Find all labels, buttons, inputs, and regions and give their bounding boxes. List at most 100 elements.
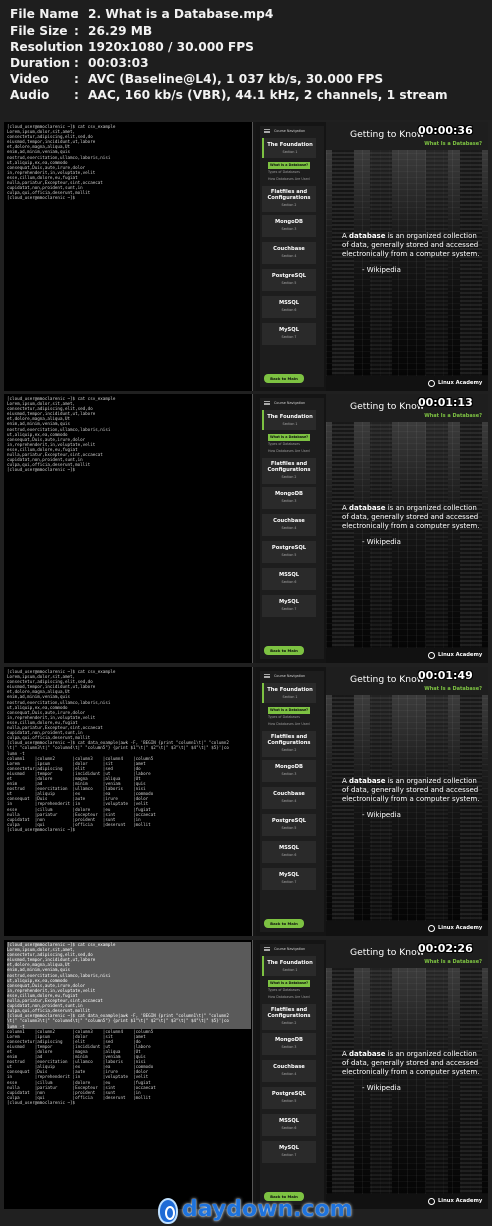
- frame-timestamp: 00:01:13: [418, 396, 473, 409]
- nav-header-label: Course Navigation: [274, 674, 306, 678]
- nav-section-title: MSSQL: [278, 1118, 300, 1124]
- brand-bar: Linux Academy: [326, 376, 488, 391]
- rack-decoration: [460, 968, 482, 1194]
- nav-subitem-what-is-db[interactable]: What Is a Database?: [268, 162, 311, 169]
- quote-pre: A: [342, 504, 350, 512]
- nav-section-title: Couchbase: [273, 246, 305, 252]
- info-row-file-name: File Name: 2. What is a Database.mp4: [10, 6, 273, 23]
- terminal-output: [cloud_user@mmoclarenic ~]$ cat csv_exam…: [7, 124, 251, 200]
- nav-section-couchbase[interactable]: Couchbase Section 4: [262, 1060, 316, 1082]
- nav-section-flatfiles[interactable]: Flatfiles and Configurations Section 2: [262, 731, 316, 757]
- nav-subitem-how-used[interactable]: How Databases Are Used: [268, 448, 310, 455]
- slide: Getting to Know 00:00:36 What Is a Datab…: [326, 122, 488, 391]
- nav-section-sub: Section 3: [281, 498, 297, 503]
- nav-section-mongodb[interactable]: MongoDB Section 3: [262, 1033, 316, 1055]
- nav-section-postgresql[interactable]: PostgreSQL Section 5: [262, 1087, 316, 1109]
- nav-subitem-types[interactable]: Types of Databases: [268, 441, 300, 448]
- nav-section-flatfiles[interactable]: Flatfiles and Configurations Section 2: [262, 186, 316, 212]
- info-row-video: Video: AVC (Baseline@L4), 1 037 kb/s, 30.…: [10, 71, 383, 88]
- nav-section-title: The Foundation: [267, 142, 313, 148]
- slide-title: Getting to Know: [350, 947, 425, 958]
- nav-section-title: MongoDB: [275, 1037, 303, 1043]
- linux-academy-logo-icon: [428, 380, 435, 387]
- nav-subitem-how-used[interactable]: How Databases Are Used: [268, 721, 310, 728]
- nav-section-mssql[interactable]: MSSQL Section 6: [262, 568, 316, 590]
- back-to-main-button[interactable]: Back to Main: [264, 374, 304, 383]
- nav-section-couchbase[interactable]: Couchbase Section 4: [262, 242, 316, 264]
- nav-section-sub: Section 1: [282, 694, 298, 699]
- nav-section-mysql[interactable]: MySQL Section 7: [262, 868, 316, 890]
- menu-icon[interactable]: [264, 129, 270, 133]
- menu-icon[interactable]: [264, 401, 270, 405]
- course-pane: Course Navigation The Foundation Section…: [256, 940, 488, 1209]
- nav-section-mssql[interactable]: MSSQL Section 6: [262, 841, 316, 863]
- nav-section-title: Flatfiles and Configurations: [267, 461, 311, 473]
- nav-section-title: MongoDB: [275, 764, 303, 770]
- nav-section-flatfiles[interactable]: Flatfiles and Configurations Section 2: [262, 458, 316, 484]
- quote-source: - Wikipedia: [362, 266, 401, 274]
- nav-section-couchbase[interactable]: Couchbase Section 4: [262, 514, 316, 536]
- terminal-output: [cloud_user@mmoclarenic ~]$ cat csv_exam…: [7, 669, 251, 832]
- info-row-file-size: File Size:26.29 MB: [10, 23, 152, 40]
- nav-subitem-how-used[interactable]: How Databases Are Used: [268, 176, 310, 183]
- quote-pre: A: [342, 1050, 350, 1058]
- nav-subitem-types[interactable]: Types of Databases: [268, 987, 300, 994]
- nav-section-mysql[interactable]: MySQL Section 7: [262, 323, 316, 345]
- nav-section-foundation[interactable]: The Foundation Section 1: [262, 138, 316, 158]
- nav-section-postgresql[interactable]: PostgreSQL Section 5: [262, 814, 316, 836]
- nav-section-postgresql[interactable]: PostgreSQL Section 5: [262, 269, 316, 291]
- menu-icon[interactable]: [264, 674, 270, 678]
- nav-subitem-types[interactable]: Types of Databases: [268, 169, 300, 176]
- nav-section-title: Couchbase: [273, 518, 305, 524]
- nav-section-mongodb[interactable]: MongoDB Section 3: [262, 487, 316, 509]
- nav-section-mysql[interactable]: MySQL Section 7: [262, 1141, 316, 1163]
- nav-section-sub: Section 2: [281, 474, 297, 479]
- linux-academy-logo-icon: [428, 925, 435, 932]
- rack-decoration: [332, 422, 354, 648]
- slide-subtitle: What Is a Database?: [424, 686, 482, 692]
- terminal-line: \t|" "column3\t|" "column4\t|" "column5"…: [7, 745, 229, 751]
- nav-section-mongodb[interactable]: MongoDB Section 3: [262, 215, 316, 237]
- back-to-main-button[interactable]: Back to Main: [264, 646, 304, 655]
- nav-section-postgresql[interactable]: PostgreSQL Section 5: [262, 541, 316, 563]
- rack-decoration: [426, 968, 448, 1194]
- nav-section-mssql[interactable]: MSSQL Section 6: [262, 296, 316, 318]
- brand-bar: Linux Academy: [326, 921, 488, 936]
- info-value: AAC, 160 kb/s (VBR), 44.1 kHz, 2 channel…: [88, 88, 448, 102]
- rack-decoration: [426, 695, 448, 921]
- nav-subitem-types[interactable]: Types of Databases: [268, 714, 300, 721]
- nav-section-title: The Foundation: [267, 687, 313, 693]
- nav-subitem-how-used[interactable]: How Databases Are Used: [268, 994, 310, 1001]
- nav-section-foundation[interactable]: The Foundation Section 1: [262, 683, 316, 703]
- slide: Getting to Know 00:02:26 What Is a Datab…: [326, 940, 488, 1209]
- info-row-duration: Duration:00:03:03: [10, 55, 149, 72]
- quote-keyword: database: [349, 504, 386, 512]
- nav-section-sub: Section 7: [281, 606, 297, 611]
- file-info-panel: File Name: 2. What is a Database.mp4 File…: [0, 0, 492, 120]
- rack-decoration: [460, 422, 482, 648]
- frame-timestamp: 00:00:36: [418, 124, 473, 137]
- nav-section-foundation[interactable]: The Foundation Section 1: [262, 956, 316, 976]
- rack-decoration: [332, 968, 354, 1194]
- nav-section-flatfiles[interactable]: Flatfiles and Configurations Section 2: [262, 1004, 316, 1030]
- back-to-main-button[interactable]: Back to Main: [264, 919, 304, 928]
- nav-section-mongodb[interactable]: MongoDB Section 3: [262, 760, 316, 782]
- course-navigation: Course Navigation The Foundation Section…: [260, 671, 324, 932]
- nav-subitem-what-is-db[interactable]: What Is a Database?: [268, 707, 311, 714]
- video-frame-3: [cloud_user@mmoclarenic ~]$ cat csv_exam…: [4, 667, 488, 936]
- rack-decoration: [370, 422, 392, 648]
- nav-section-sub: Section 7: [281, 879, 297, 884]
- terminal-line: [cloud_user@mmoclarenic ~]$: [7, 467, 76, 473]
- nav-section-mssql[interactable]: MSSQL Section 6: [262, 1114, 316, 1136]
- nav-subitem-what-is-db[interactable]: What Is a Database?: [268, 980, 311, 987]
- nav-header: Course Navigation: [260, 126, 324, 136]
- nav-section-couchbase[interactable]: Couchbase Section 4: [262, 787, 316, 809]
- nav-section-title: Couchbase: [273, 791, 305, 797]
- nav-subitem-what-is-db[interactable]: What Is a Database?: [268, 434, 311, 441]
- nav-section-mysql[interactable]: MySQL Section 7: [262, 595, 316, 617]
- menu-icon[interactable]: [264, 947, 270, 951]
- quote-source: - Wikipedia: [362, 1084, 401, 1092]
- nav-section-title: PostgreSQL: [271, 273, 307, 279]
- nav-section-foundation[interactable]: The Foundation Section 1: [262, 410, 316, 430]
- slide: Getting to Know 00:01:49 What Is a Datab…: [326, 667, 488, 936]
